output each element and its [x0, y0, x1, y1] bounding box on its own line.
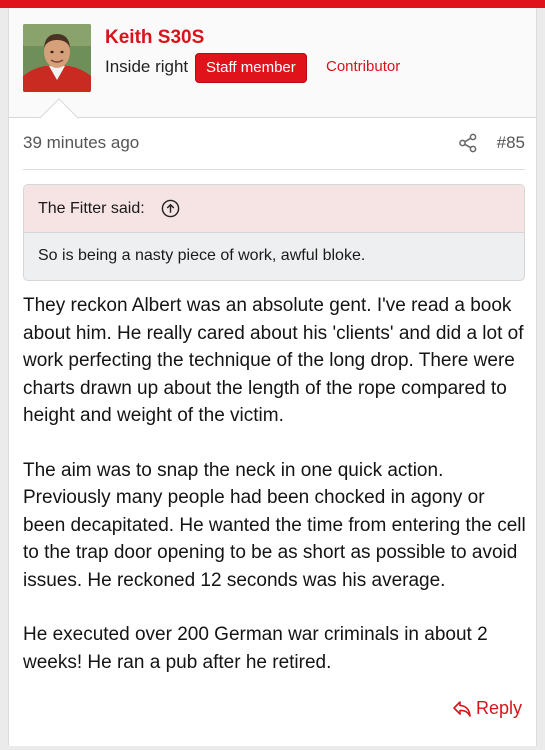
reply-button[interactable]: Reply: [452, 698, 522, 719]
avatar[interactable]: [23, 24, 91, 92]
post-body: They reckon Albert was an absolute gent.…: [23, 292, 531, 703]
share-icon[interactable]: [458, 133, 478, 153]
post-timestamp[interactable]: 39 minutes ago: [23, 133, 139, 153]
post-paragraph: He executed over 200 German war criminal…: [23, 624, 488, 673]
arrow-up-circle-icon[interactable]: [161, 199, 180, 218]
post-meta: 39 minutes ago #85: [23, 130, 525, 170]
staff-member-badge: Staff member: [195, 53, 307, 83]
post-paragraph: They reckon Albert was an absolute gent.…: [23, 295, 524, 426]
forum-post: Keith S30S Inside right Staff member Con…: [8, 8, 537, 746]
user-info-block: Keith S30S Inside right Staff member Con…: [9, 8, 536, 118]
post-number-link[interactable]: #85: [497, 133, 525, 153]
post-paragraph: The aim was to snap the neck in one quic…: [23, 459, 526, 591]
quote-header[interactable]: The Fitter said:: [24, 185, 524, 233]
reply-label: Reply: [475, 698, 522, 718]
user-title: Inside right: [105, 57, 189, 76]
quote-text: So is being a nasty piece of work, awful…: [38, 247, 366, 264]
contributor-badge: Contributor: [326, 58, 401, 75]
quote-block: The Fitter said: So is being a nasty pie…: [23, 184, 525, 281]
quote-author[interactable]: The Fitter said:: [38, 200, 145, 218]
username-link[interactable]: Keith S30S: [105, 27, 204, 49]
top-accent-bar: [0, 0, 545, 8]
reply-icon: [453, 700, 471, 717]
